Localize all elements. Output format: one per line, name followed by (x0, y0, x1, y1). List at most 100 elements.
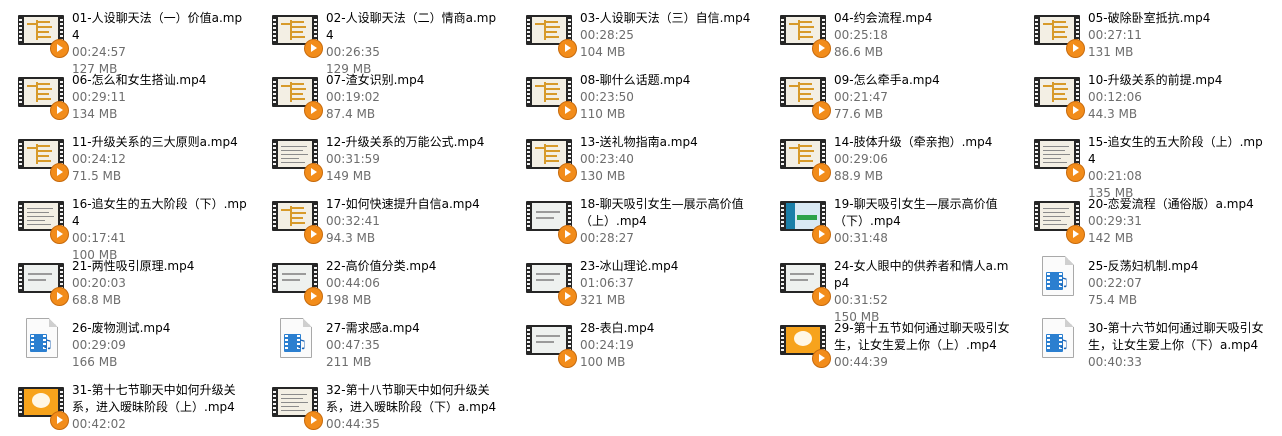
file-details: 11-升级关系的三大原则a.mp4 00:24:12 71.5 MB (72, 134, 248, 185)
video-thumbnail-icon (1034, 132, 1085, 182)
file-item[interactable]: 29-第十五节如何通过聊天吸引女生，让女生爱上你（上）.mp4 00:44:39 (762, 312, 1012, 370)
file-duration: 00:31:48 (834, 231, 888, 245)
file-size: 100 MB (580, 355, 626, 369)
file-duration: 00:28:27 (580, 231, 634, 245)
play-icon (1066, 39, 1085, 58)
file-name: 29-第十五节如何通过聊天吸引女生，让女生爱上你（上）.mp4 (834, 321, 1010, 352)
file-name: 19-聊天吸引女生—展示高价值（下）.mp4 (834, 197, 998, 228)
video-thumbnail-icon (18, 194, 69, 244)
file-item[interactable]: 32-第十八节聊天中如何升级关系，进入暧昧阶段（下）a.mp4 00:44:35 (254, 374, 504, 432)
file-item[interactable]: 10-升级关系的前提.mp4 00:12:06 44.3 MB (1016, 64, 1266, 122)
video-thumbnail-icon (526, 132, 577, 182)
file-size: 44.3 MB (1088, 107, 1138, 121)
file-size: 87.4 MB (326, 107, 376, 121)
file-duration: 00:44:35 (326, 417, 380, 431)
video-thumbnail-icon (18, 8, 69, 58)
file-duration: 00:44:39 (834, 355, 888, 369)
file-item[interactable]: 13-送礼物指南a.mp4 00:23:40 130 MB (508, 126, 758, 184)
play-icon (558, 101, 577, 120)
file-details: 32-第十八节聊天中如何升级关系，进入暧昧阶段（下）a.mp4 00:44:35 (326, 382, 502, 433)
file-item[interactable]: 28-表白.mp4 00:24:19 100 MB (508, 312, 758, 370)
file-name: 30-第十六节如何通过聊天吸引女生，让女生爱上你（下）a.mp4 (1088, 321, 1264, 352)
file-item[interactable]: 07-渣女识别.mp4 00:19:02 87.4 MB (254, 64, 504, 122)
play-icon (812, 225, 831, 244)
video-thumbnail-icon (780, 132, 831, 182)
file-size: 68.8 MB (72, 293, 122, 307)
file-item[interactable]: 15-追女生的五大阶段（上）.mp4 00:21:08 135 MB (1016, 126, 1266, 200)
file-name: 06-怎么和女生搭讪.mp4 (72, 73, 207, 87)
file-item[interactable]: 16-追女生的五大阶段（下）.mp4 00:17:41 100 MB (0, 188, 250, 262)
file-details: 25-反荡妇机制.mp4 00:22:07 75.4 MB (1088, 258, 1264, 309)
file-name: 25-反荡妇机制.mp4 (1088, 259, 1199, 273)
file-name: 04-约会流程.mp4 (834, 11, 933, 25)
file-item[interactable]: 17-如何快速提升自信a.mp4 00:32:41 94.3 MB (254, 188, 504, 246)
video-thumbnail-icon (18, 380, 69, 430)
file-duration: 00:44:06 (326, 276, 380, 290)
file-item[interactable]: ♫ 26-废物测试.mp4 00:29:09 166 MB (0, 312, 250, 370)
file-name: 03-人设聊天法（三）自信.mp4 (580, 11, 751, 25)
file-item[interactable]: 03-人设聊天法（三）自信.mp4 00:28:25 104 MB (508, 2, 758, 60)
file-duration: 00:19:02 (326, 90, 380, 104)
file-details: 03-人设聊天法（三）自信.mp4 00:28:25 104 MB (580, 10, 756, 61)
file-name: 27-需求感a.mp4 (326, 321, 420, 335)
file-item[interactable]: 12-升级关系的万能公式.mp4 00:31:59 149 MB (254, 126, 504, 184)
file-size: 321 MB (580, 293, 626, 307)
file-name: 24-女人眼中的供养者和情人a.mp4 (834, 259, 1009, 290)
file-item[interactable]: 06-怎么和女生搭讪.mp4 00:29:11 134 MB (0, 64, 250, 122)
file-name: 21-两性吸引原理.mp4 (72, 259, 195, 273)
file-item[interactable]: 18-聊天吸引女生—展示高价值（上）.mp4 00:28:27 (508, 188, 758, 246)
video-thumbnail-icon (272, 194, 323, 244)
file-name: 22-高价值分类.mp4 (326, 259, 437, 273)
play-icon (304, 225, 323, 244)
file-duration: 00:27:11 (1088, 28, 1142, 42)
file-item[interactable]: 08-聊什么话题.mp4 00:23:50 110 MB (508, 64, 758, 122)
play-icon (50, 287, 69, 306)
file-item[interactable]: 23-冰山理论.mp4 01:06:37 321 MB (508, 250, 758, 308)
file-item[interactable]: ♫ 27-需求感a.mp4 00:47:35 211 MB (254, 312, 504, 370)
file-name: 08-聊什么话题.mp4 (580, 73, 691, 87)
file-item[interactable]: 20-恋爱流程（通俗版）a.mp4 00:29:31 142 MB (1016, 188, 1266, 246)
file-details: 29-第十五节如何通过聊天吸引女生，让女生爱上你（上）.mp4 00:44:39 (834, 320, 1010, 371)
play-icon (304, 287, 323, 306)
media-file-icon: ♫ (272, 318, 320, 362)
file-item[interactable]: 19-聊天吸引女生—展示高价值（下）.mp4 00:31:48 (762, 188, 1012, 246)
file-details: 27-需求感a.mp4 00:47:35 211 MB (326, 320, 502, 371)
file-name: 26-废物测试.mp4 (72, 321, 171, 335)
file-item[interactable]: 21-两性吸引原理.mp4 00:20:03 68.8 MB (0, 250, 250, 308)
file-item[interactable]: ♫ 30-第十六节如何通过聊天吸引女生，让女生爱上你（下）a.mp4 00:40:3… (1016, 312, 1266, 370)
play-icon (1066, 163, 1085, 182)
file-details: 14-肢体升级（牵亲抱）.mp4 00:29:06 88.9 MB (834, 134, 1010, 185)
file-size: 211 MB (326, 355, 372, 369)
video-thumbnail-icon (780, 8, 831, 58)
file-name: 11-升级关系的三大原则a.mp4 (72, 135, 238, 149)
file-name: 02-人设聊天法（二）情商a.mp4 (326, 11, 497, 42)
file-duration: 00:31:59 (326, 152, 380, 166)
file-item[interactable]: 11-升级关系的三大原则a.mp4 00:24:12 71.5 MB (0, 126, 250, 184)
file-name: 12-升级关系的万能公式.mp4 (326, 135, 485, 149)
play-icon (50, 163, 69, 182)
file-details: 26-废物测试.mp4 00:29:09 166 MB (72, 320, 248, 371)
file-item[interactable]: 14-肢体升级（牵亲抱）.mp4 00:29:06 88.9 MB (762, 126, 1012, 184)
file-details: 30-第十六节如何通过聊天吸引女生，让女生爱上你（下）a.mp4 00:40:33 (1088, 320, 1264, 371)
file-item[interactable]: 05-破除卧室抵抗.mp4 00:27:11 131 MB (1016, 2, 1266, 60)
file-size: 104 MB (580, 45, 626, 59)
file-item[interactable]: 22-高价值分类.mp4 00:44:06 198 MB (254, 250, 504, 308)
video-thumbnail-icon (526, 256, 577, 306)
video-thumbnail-icon (272, 8, 323, 58)
video-thumbnail-icon (1034, 70, 1085, 120)
file-item[interactable]: 02-人设聊天法（二）情商a.mp4 00:26:35 129 MB (254, 2, 504, 76)
file-duration: 00:42:02 (72, 417, 126, 431)
file-name: 15-追女生的五大阶段（上）.mp4 (1088, 135, 1263, 166)
file-duration: 00:28:25 (580, 28, 634, 42)
file-details: 28-表白.mp4 00:24:19 100 MB (580, 320, 756, 371)
file-size: 130 MB (580, 169, 626, 183)
file-item[interactable]: ♫ 25-反荡妇机制.mp4 00:22:07 75.4 MB (1016, 250, 1266, 308)
file-item[interactable]: 24-女人眼中的供养者和情人a.mp4 00:31:52 150 MB (762, 250, 1012, 324)
file-item[interactable]: 31-第十七节聊天中如何升级关系，进入暧昧阶段（上）.mp4 00:42:02 (0, 374, 250, 432)
file-item[interactable]: 09-怎么牵手a.mp4 00:21:47 77.6 MB (762, 64, 1012, 122)
file-details: 04-约会流程.mp4 00:25:18 86.6 MB (834, 10, 1010, 61)
file-details: 19-聊天吸引女生—展示高价值（下）.mp4 00:31:48 (834, 196, 1010, 247)
video-thumbnail-icon (1034, 8, 1085, 58)
file-item[interactable]: 01-人设聊天法（一）价值a.mp4 00:24:57 127 MB (0, 2, 250, 76)
file-item[interactable]: 04-约会流程.mp4 00:25:18 86.6 MB (762, 2, 1012, 60)
